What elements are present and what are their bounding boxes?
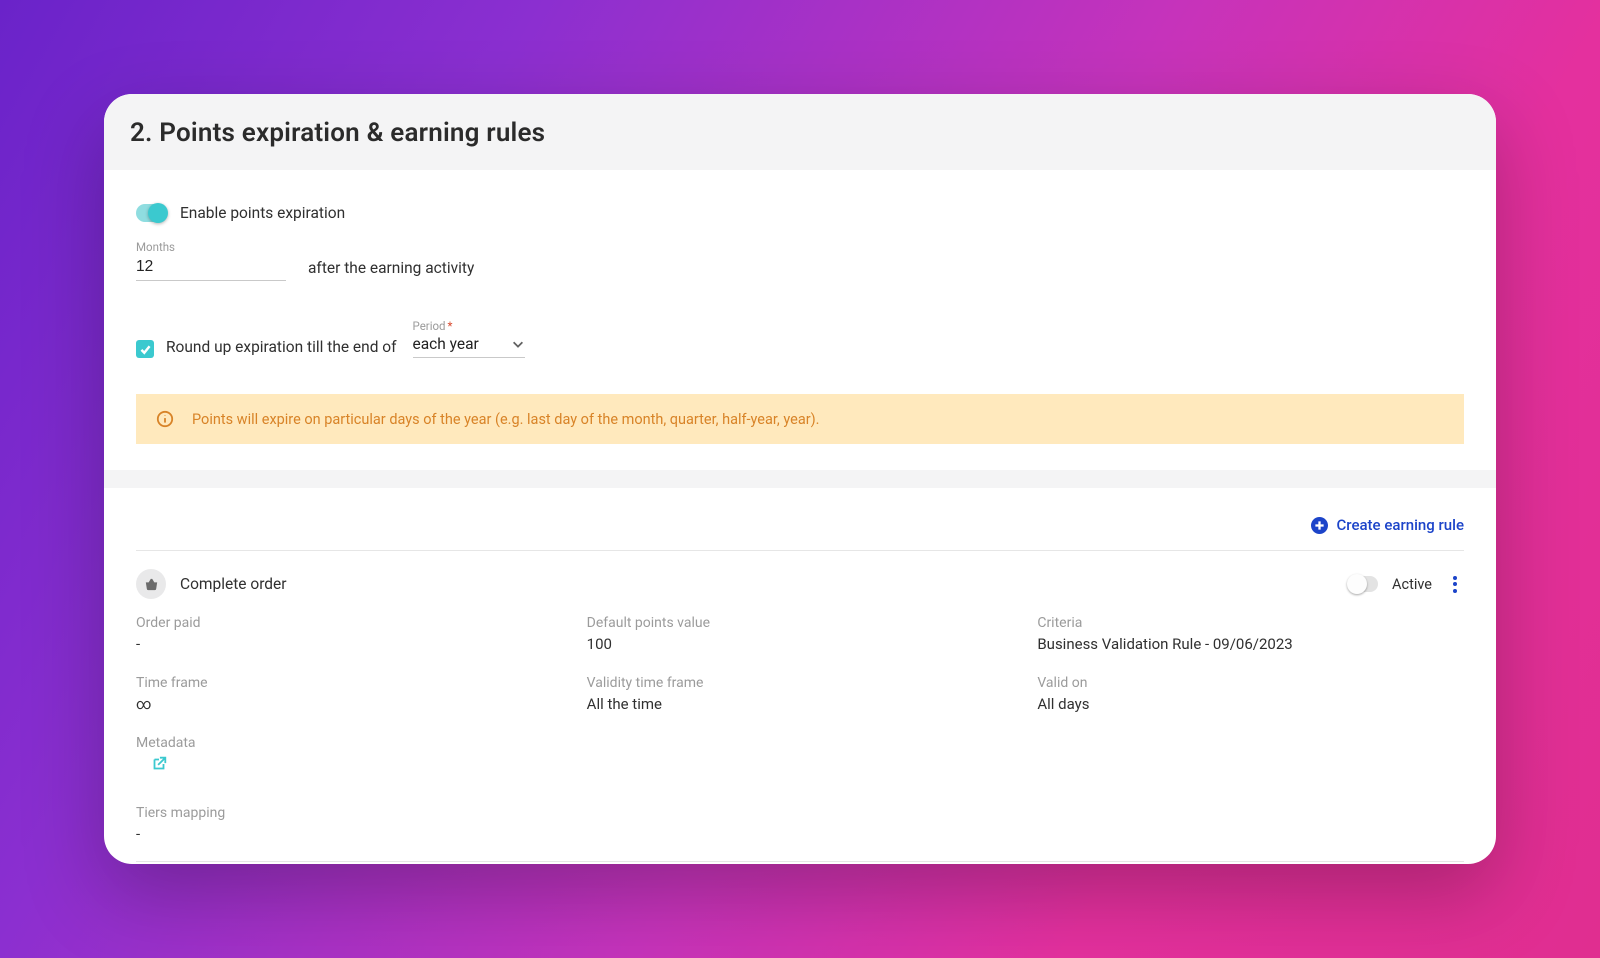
validity-value: All the time bbox=[587, 695, 1014, 713]
criteria-value: Business Validation Rule - 09/06/2023 bbox=[1037, 635, 1464, 653]
section-header: 2. Points expiration & earning rules bbox=[104, 94, 1496, 170]
rule-menu-button[interactable] bbox=[1446, 576, 1464, 593]
rule-details-grid: Order paid - Default points value 100 Cr… bbox=[136, 607, 1464, 861]
plus-icon bbox=[1311, 517, 1328, 534]
default-points-label: Default points value bbox=[587, 615, 1014, 631]
valid-on-label: Valid on bbox=[1037, 675, 1464, 691]
time-frame-label: Time frame bbox=[136, 675, 563, 691]
months-label: Months bbox=[136, 240, 286, 254]
enable-expiration-toggle[interactable] bbox=[136, 204, 166, 222]
default-points-value: 100 bbox=[587, 635, 1014, 653]
after-earning-text: after the earning activity bbox=[308, 259, 474, 281]
alert-text: Points will expire on particular days of… bbox=[192, 411, 820, 428]
months-input[interactable] bbox=[136, 256, 286, 281]
chevron-down-icon bbox=[511, 337, 525, 351]
create-earning-rule-label: Create earning rule bbox=[1336, 516, 1464, 534]
tiers-label: Tiers mapping bbox=[136, 805, 563, 821]
basket-icon bbox=[136, 569, 166, 599]
valid-on-value: All days bbox=[1037, 695, 1464, 713]
pagination: Rows per page: 5 1 - 1 of 1 bbox=[136, 861, 1464, 864]
period-value: each year bbox=[413, 335, 479, 353]
enable-expiration-label: Enable points expiration bbox=[180, 204, 345, 222]
order-paid-value: - bbox=[136, 635, 563, 653]
rule-active-toggle[interactable] bbox=[1348, 576, 1378, 592]
criteria-label: Criteria bbox=[1037, 615, 1464, 631]
settings-card: 2. Points expiration & earning rules Ena… bbox=[104, 94, 1496, 864]
round-up-checkbox[interactable] bbox=[136, 340, 154, 358]
expiration-info-alert: Points will expire on particular days of… bbox=[136, 394, 1464, 444]
expiration-section: Enable points expiration Months after th… bbox=[104, 170, 1496, 488]
rule-header: Complete order Active bbox=[136, 551, 1464, 607]
external-link-icon[interactable] bbox=[150, 755, 168, 773]
rule-title: Complete order bbox=[180, 575, 287, 593]
create-earning-rule-button[interactable]: Create earning rule bbox=[1311, 516, 1464, 534]
infinity-icon: ∞ bbox=[136, 695, 563, 713]
validity-label: Validity time frame bbox=[587, 675, 1014, 691]
round-up-label: Round up expiration till the end of bbox=[166, 338, 397, 358]
rule-active-label: Active bbox=[1392, 576, 1432, 593]
period-label: Period* bbox=[413, 319, 525, 333]
info-icon bbox=[156, 410, 174, 428]
earning-rules-section: Create earning rule Complete order Activ… bbox=[104, 488, 1496, 864]
metadata-label: Metadata bbox=[136, 735, 563, 751]
order-paid-label: Order paid bbox=[136, 615, 563, 631]
section-title: 2. Points expiration & earning rules bbox=[130, 118, 1470, 148]
period-select[interactable]: each year bbox=[413, 333, 525, 358]
tiers-value: - bbox=[136, 825, 563, 843]
